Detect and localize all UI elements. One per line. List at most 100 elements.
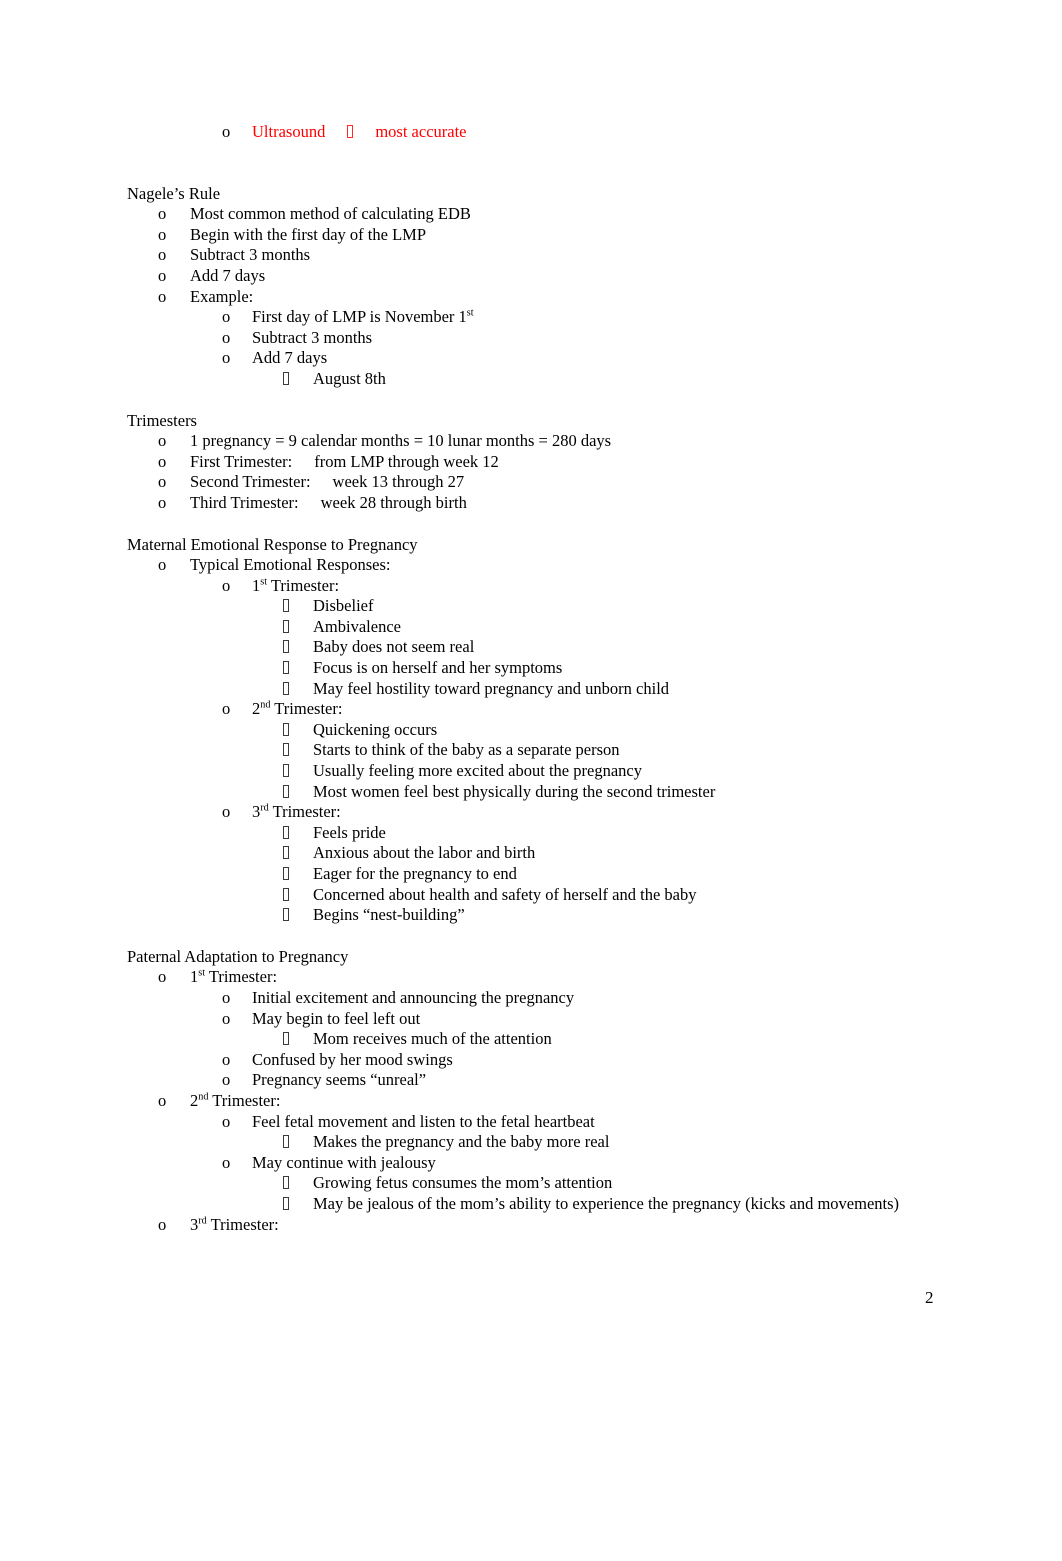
list-item-label-suffix: Trimester: <box>208 1090 281 1110</box>
list-item-label: Disbelief <box>313 596 374 616</box>
bullet-box-glyph-icon <box>283 823 313 844</box>
box-glyph-icon <box>283 619 289 633</box>
box-glyph-icon <box>283 784 289 798</box>
bullet-box-glyph-icon <box>283 1029 313 1050</box>
list-item-text: Most common method of calculating EDB <box>190 204 471 225</box>
box-glyph-icon <box>283 1135 289 1149</box>
list-item-text: Ultrasound most accurate <box>252 122 467 143</box>
list-item-label: First Trimester: <box>190 451 293 471</box>
list-item-text: Makes the pregnancy and the baby more re… <box>313 1132 609 1153</box>
ordinal-suffix: st <box>466 307 474 319</box>
bullet-circle: o <box>222 987 231 1007</box>
section-heading: Trimesters <box>127 411 987 432</box>
list-item: Ambivalence <box>127 617 987 638</box>
list-item-text: Add 7 days <box>190 266 265 287</box>
list-item-text: Feels pride <box>313 823 386 844</box>
list-item-label: Begins “nest-building” <box>313 905 465 925</box>
box-glyph-icon <box>283 867 289 880</box>
bullet-circle: o <box>158 555 167 575</box>
list-item-label: Pregnancy seems “unreal” <box>252 1070 427 1090</box>
list-item: o Example: <box>127 287 987 308</box>
list-item-label: Initial excitement and announcing the pr… <box>252 987 575 1007</box>
list-item-text: 1 pregnancy = 9 calendar months = 10 lun… <box>190 431 611 452</box>
box-glyph-icon <box>283 887 289 901</box>
list-item-text: Typical Emotional Responses: <box>190 555 390 576</box>
list-item-label: May continue with jealousy <box>252 1152 436 1172</box>
box-glyph-icon <box>283 1196 289 1210</box>
section-heading: Nagele’s Rule <box>127 184 987 205</box>
list-item: Usually feeling more excited about the p… <box>127 761 987 782</box>
list-item-label: Makes the pregnancy and the baby more re… <box>313 1132 610 1152</box>
list-item: o May continue with jealousy <box>127 1153 987 1174</box>
list-item-label: Second Trimester: <box>190 472 311 492</box>
section-heading-text: Trimesters <box>127 410 197 430</box>
list-item-label: Growing fetus consumes the mom’s attenti… <box>313 1173 613 1193</box>
bullet-circle: o <box>158 967 167 987</box>
list-item-label: 1 pregnancy = 9 calendar months = 10 lun… <box>190 431 612 451</box>
section-heading: Paternal Adaptation to Pregnancy <box>127 947 987 968</box>
list-item: o 1st Trimester: <box>127 576 987 597</box>
list-item-value: week 28 through birth <box>320 492 467 512</box>
list-item: o 2nd Trimester: <box>127 1091 987 1112</box>
list-item: o Subtract 3 months <box>127 328 987 349</box>
bullet-box-glyph-icon <box>283 679 313 700</box>
box-glyph-icon <box>283 908 289 922</box>
list-item-label: Most women feel best physically during t… <box>313 781 716 801</box>
bullet-circle: o <box>222 1111 231 1131</box>
list-item-label: Begin with the first day of the LMP <box>190 224 427 244</box>
list-item-text: Eager for the pregnancy to end <box>313 864 517 885</box>
box-glyph-icon <box>283 371 289 385</box>
arrow-box-glyph-icon <box>347 125 354 138</box>
list-item-label: Quickening occurs <box>313 719 438 739</box>
list-item-label: Focus is on herself and her symptoms <box>313 658 563 678</box>
box-glyph-icon <box>283 640 289 654</box>
bullet-box-glyph-icon <box>283 637 313 658</box>
list-item: o Second Trimester: week 13 through 27 <box>127 472 987 493</box>
list-item: o 3rd Trimester: <box>127 1215 987 1236</box>
list-item-label-suffix: Trimester: <box>267 575 340 595</box>
list-item: Feels pride <box>127 823 987 844</box>
list-item-label: Starts to think of the baby as a separat… <box>313 740 620 760</box>
list-item: Focus is on herself and her symptoms <box>127 658 987 679</box>
box-glyph-icon <box>283 846 289 860</box>
list-item-text: Feel fetal movement and listen to the fe… <box>252 1112 595 1133</box>
list-item-text: Begin with the first day of the LMP <box>190 225 426 246</box>
bullet-box-glyph-icon <box>283 369 313 390</box>
list-item-label: Example: <box>190 286 254 306</box>
list-item-text: Ambivalence <box>313 617 401 638</box>
list-item-label: Add 7 days <box>252 348 328 368</box>
list-item-label: Most common method of calculating EDB <box>190 204 471 224</box>
list-item: o Subtract 3 months <box>127 245 987 266</box>
list-item-label: May feel hostility toward pregnancy and … <box>313 678 670 698</box>
list-item-label: Subtract 3 months <box>190 245 311 265</box>
list-item-label: Baby does not seem real <box>313 637 475 657</box>
bullet-circle: o <box>222 1152 231 1172</box>
bullet-circle: o <box>222 122 231 141</box>
list-item: o Begin with the first day of the LMP <box>127 225 987 246</box>
list-item-text: Baby does not seem real <box>313 637 474 658</box>
bullet-circle: o <box>158 472 167 492</box>
list-item: Growing fetus consumes the mom’s attenti… <box>127 1173 987 1194</box>
list-item-label: 1 <box>190 967 199 987</box>
list-item-label: 2 <box>252 699 261 719</box>
list-item-label: Subtract 3 months <box>252 327 373 347</box>
list-item: Quickening occurs <box>127 720 987 741</box>
list-item: Starts to think of the baby as a separat… <box>127 740 987 761</box>
list-item-text: Mom receives much of the attention <box>313 1029 552 1050</box>
ordinal-suffix: nd <box>260 699 271 711</box>
list-item-label: Eager for the pregnancy to end <box>313 864 517 883</box>
list-item: o Add 7 days <box>127 348 987 369</box>
list-item: o 2nd Trimester: <box>127 699 987 720</box>
list-item: o Confused by her mood swings <box>127 1050 987 1071</box>
document-page: o Ultrasound most accurate Nagele’s Rule o M… <box>0 0 1062 1561</box>
list-item: o Add 7 days <box>127 266 987 287</box>
list-item-text: Begins “nest-building” <box>313 905 465 926</box>
box-glyph-icon <box>283 1032 289 1046</box>
most-accurate-label: most accurate <box>375 122 467 141</box>
list-item-text: First day of LMP is November 1st <box>252 307 474 328</box>
ordinal-suffix: nd <box>198 1091 209 1103</box>
bullet-circle: o <box>158 265 167 285</box>
list-item-text: Concerned about health and safety of her… <box>313 885 696 906</box>
bullet-box-glyph-icon <box>283 843 313 864</box>
